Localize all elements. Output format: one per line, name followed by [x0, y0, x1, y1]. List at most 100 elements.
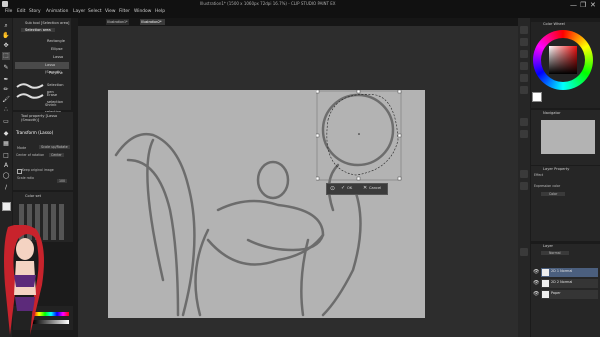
- eye-icon[interactable]: 👁: [533, 280, 539, 286]
- color-wheel-panel: Color Wheel: [531, 22, 600, 108]
- brush-tool-icon[interactable]: 🖌: [2, 96, 10, 104]
- close-button[interactable]: ✕: [590, 1, 596, 9]
- command-bar: Illustration1* Illustration2*: [78, 18, 518, 26]
- window-title: Illustration1* (1500 x 1060px 72dpi 16.7…: [200, 1, 336, 6]
- scale-label: Scale ratio: [17, 176, 34, 180]
- mode-label: Mode: [17, 146, 27, 150]
- layer-thumbnail: [542, 269, 549, 276]
- eye-icon[interactable]: 👁: [533, 269, 539, 275]
- subtool-lasso-smooth[interactable]: Lasso (Smooth): [15, 62, 69, 74]
- subtool-polyline[interactable]: Polyline: [15, 70, 69, 77]
- fill-tool-icon[interactable]: ◆: [2, 130, 10, 138]
- menu-file[interactable]: File: [5, 9, 12, 14]
- layer-thumbnail: [542, 280, 549, 287]
- layer-thumbnail: [542, 291, 549, 298]
- effect-label: Effect: [534, 173, 544, 177]
- text-tool-icon[interactable]: A: [2, 162, 10, 170]
- menu-story[interactable]: Story: [29, 9, 41, 14]
- main-color-swatch[interactable]: [2, 202, 11, 211]
- settings-icon[interactable]: ⊙: [330, 185, 335, 192]
- figure-tool-icon[interactable]: □: [2, 152, 10, 160]
- gradient-tool-icon[interactable]: ▦: [2, 140, 10, 148]
- pen-tool-icon[interactable]: ✒: [2, 76, 10, 84]
- layer-row[interactable]: 2D 1 Normal: [541, 268, 598, 277]
- cancel-button[interactable]: Cancel: [369, 186, 381, 190]
- approximate-color-tab-icon[interactable]: [520, 74, 528, 82]
- menu-filter[interactable]: Filter: [119, 9, 130, 14]
- canvas-tab-2[interactable]: Illustration2*: [140, 19, 165, 25]
- transform-confirm-bar: ⊙ ✓ OK ✕ Cancel: [326, 183, 388, 195]
- subtool-erase-selection[interactable]: Erase selection: [15, 92, 69, 104]
- move-tool-icon[interactable]: ✥: [2, 42, 10, 50]
- subtool-tab[interactable]: Selection area: [21, 28, 55, 32]
- subtool-shrink-selection[interactable]: Shrink selection: [15, 102, 69, 114]
- canvas-tab-1[interactable]: Illustration1*: [106, 19, 129, 25]
- expression-color-label: Expression color: [534, 184, 561, 188]
- airbrush-tool-icon[interactable]: ∴: [2, 106, 10, 114]
- layer-search-tab-icon[interactable]: [520, 182, 528, 190]
- subtool-rectangle[interactable]: Rectangle: [15, 38, 69, 45]
- brush-stroke-preview-icon: [16, 83, 44, 89]
- toolprop-title: Transform (Lasso): [16, 130, 54, 135]
- intermediate-color-tab-icon[interactable]: [520, 62, 528, 70]
- saturation-value-square[interactable]: [549, 46, 577, 74]
- layer-row[interactable]: Paper: [541, 290, 598, 299]
- drawing-canvas[interactable]: [108, 90, 425, 318]
- ok-button[interactable]: OK: [347, 186, 352, 190]
- cancel-icon: ✕: [363, 185, 368, 191]
- sub-view-tab-icon[interactable]: [520, 130, 528, 138]
- menu-animation[interactable]: Animation: [46, 9, 68, 14]
- ok-icon: ✓: [341, 185, 346, 191]
- subtool-ellipse[interactable]: Ellipse: [15, 46, 69, 53]
- layer-tab-icon[interactable]: [520, 248, 528, 256]
- hand-tool-icon[interactable]: ✋: [2, 32, 10, 40]
- subtool-label: Lasso: [53, 55, 64, 59]
- ruler-tool-icon[interactable]: ∕: [2, 184, 10, 192]
- layer-name: 2D 2 Normal: [551, 280, 573, 284]
- layer-property-title: Layer Property: [543, 167, 570, 171]
- color-wheel-tab-icon[interactable]: [520, 26, 528, 34]
- selection-tool-icon[interactable]: ⬚: [2, 52, 10, 60]
- menu-layer[interactable]: Layer: [73, 9, 85, 14]
- mode-select[interactable]: Scale up/Rotate: [39, 145, 70, 149]
- expression-color-select[interactable]: Color: [541, 192, 566, 196]
- navigator-title: Navigator: [543, 111, 561, 115]
- eyedropper-tool-icon[interactable]: ✎: [2, 64, 10, 72]
- color-history-tab-icon[interactable]: [520, 86, 528, 94]
- color-set-tab-icon[interactable]: [520, 50, 528, 58]
- restore-button[interactable]: ❐: [580, 1, 586, 9]
- subtool-lasso[interactable]: Lasso: [15, 54, 69, 61]
- main-color-chip[interactable]: [532, 92, 542, 102]
- menu-edit[interactable]: Edit: [17, 9, 26, 14]
- menu-select[interactable]: Select: [88, 9, 102, 14]
- menu-view[interactable]: View: [105, 9, 115, 14]
- color-slider-tab-icon[interactable]: [520, 38, 528, 46]
- balloon-tool-icon[interactable]: ◯: [2, 172, 10, 180]
- eye-icon[interactable]: 👁: [533, 291, 539, 297]
- minimize-button[interactable]: —: [570, 1, 577, 9]
- streamer-avatar: [4, 225, 44, 335]
- menu-window[interactable]: Window: [134, 9, 151, 14]
- eraser-tool-icon[interactable]: ▭: [2, 118, 10, 126]
- layer-row[interactable]: 2D 2 Normal: [541, 279, 598, 288]
- transform-bounding-box[interactable]: [316, 90, 406, 185]
- navigator-preview[interactable]: [541, 120, 595, 154]
- pencil-tool-icon[interactable]: ✏: [2, 86, 10, 94]
- navigator-tab-icon[interactable]: [520, 118, 528, 126]
- subtool-selection-pen[interactable]: Selection pen: [15, 82, 69, 94]
- center-select[interactable]: Center: [49, 153, 64, 157]
- brush-stroke-preview-icon: [16, 93, 44, 99]
- menu-help[interactable]: Help: [155, 9, 165, 14]
- color-wheel-title: Color Wheel: [543, 22, 565, 26]
- blend-mode-select[interactable]: Normal: [541, 251, 569, 255]
- subtool-label: Rectangle: [47, 39, 65, 43]
- navigator-panel: Navigator: [531, 110, 600, 165]
- scale-input[interactable]: 100: [57, 179, 68, 183]
- layers-title: Layer: [543, 244, 554, 248]
- subtool-panel: Sub tool [Selection area] Selection area…: [13, 18, 71, 114]
- tool-property-panel: Tool property [Lasso (Smooth)] Transform…: [13, 112, 73, 190]
- layer-property-tab-icon[interactable]: [520, 170, 528, 178]
- zoom-tool-icon[interactable]: ⌕: [2, 22, 10, 30]
- color-wheel[interactable]: [533, 30, 593, 90]
- layer-name: Paper: [551, 291, 561, 295]
